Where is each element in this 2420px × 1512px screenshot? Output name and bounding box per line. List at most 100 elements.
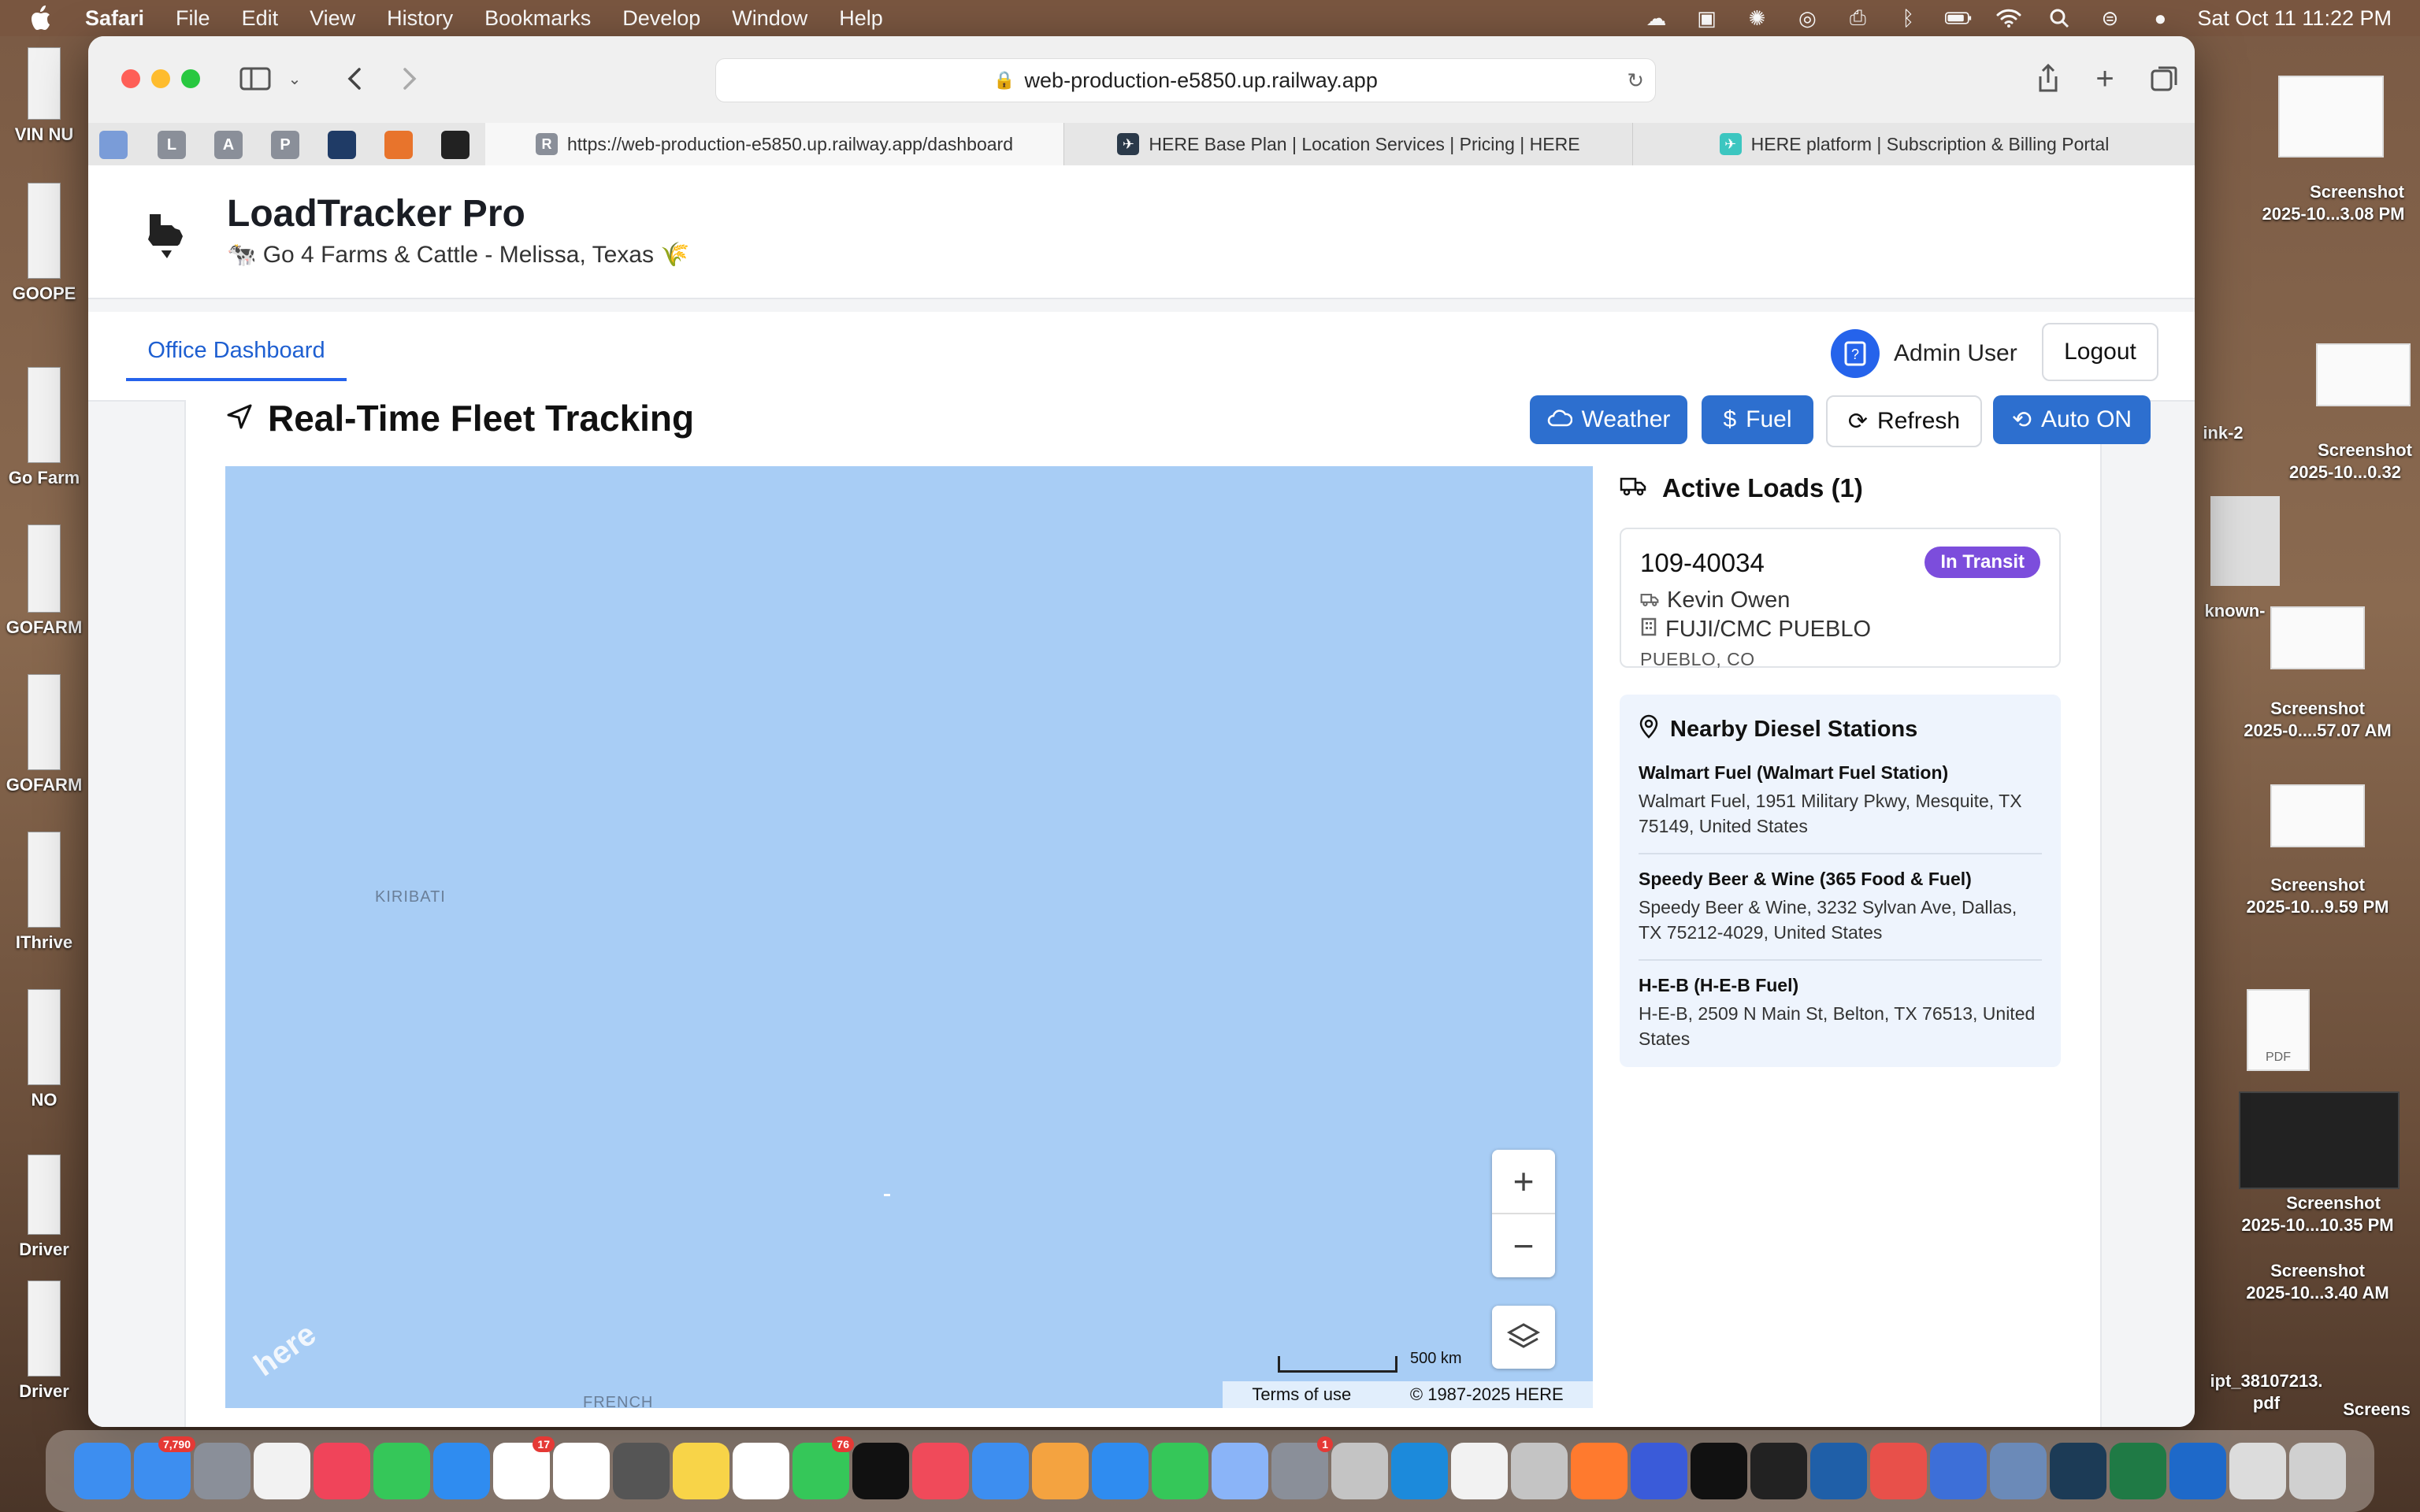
desktop-file-label[interactable]: known- — [2192, 600, 2278, 622]
desktop-thumbnail[interactable] — [2210, 496, 2280, 586]
dock-numbers-icon[interactable] — [1152, 1443, 1208, 1499]
desktop-file[interactable]: GOOPE — [0, 183, 88, 304]
dock-preview-icon[interactable] — [1212, 1443, 1268, 1499]
desktop-file[interactable]: Go Farm — [0, 367, 88, 488]
siri-icon[interactable]: ● — [2147, 6, 2173, 30]
desktop-file-label[interactable]: Screenshot — [2294, 181, 2420, 203]
dock-mail-icon[interactable]: 7,790 — [134, 1436, 195, 1499]
forward-icon[interactable] — [392, 61, 427, 96]
dock-launchpad-icon[interactable] — [194, 1443, 251, 1499]
dock-firefox-icon[interactable] — [1571, 1443, 1628, 1499]
desktop-file[interactable]: VIN NU — [0, 47, 88, 145]
pinned-tab-icon[interactable] — [99, 131, 128, 159]
zoom-out-button[interactable]: − — [1492, 1214, 1555, 1277]
apple-icon[interactable] — [28, 4, 57, 32]
dock-cloud-icon[interactable] — [1870, 1443, 1927, 1499]
menu-clock[interactable]: Sat Oct 11 11:22 PM — [2197, 6, 2392, 31]
reload-icon[interactable]: ↻ — [1627, 69, 1644, 93]
dock-messages-icon[interactable]: 76 — [792, 1436, 854, 1499]
wifi-icon[interactable] — [1995, 6, 2022, 30]
dock-downloads-icon[interactable] — [2229, 1443, 2286, 1499]
terms-of-use-link[interactable]: Terms of use — [1252, 1384, 1351, 1405]
dock-freeform-icon[interactable] — [733, 1443, 789, 1499]
pdf-file-icon[interactable]: PDF — [2247, 989, 2310, 1071]
logout-button[interactable]: Logout — [2042, 323, 2158, 381]
desktop-file-label[interactable]: 2025-10...9.59 PM — [2231, 896, 2404, 918]
dock-excel-icon[interactable] — [2110, 1443, 2166, 1499]
new-tab-icon[interactable]: + — [2088, 61, 2122, 96]
desktop-file-label[interactable]: ink-2 — [2192, 422, 2255, 444]
dock-notes-icon[interactable] — [673, 1443, 729, 1499]
desktop-file-label[interactable]: Screenshot — [2310, 439, 2420, 461]
weather-button[interactable]: Weather — [1530, 395, 1687, 444]
pinned-tab-icon[interactable]: L — [158, 131, 186, 159]
dock-trash-icon[interactable] — [2289, 1443, 2346, 1499]
share-icon[interactable] — [2031, 61, 2066, 96]
tab-dashboard[interactable]: R https://web-production-e5850.up.railwa… — [485, 123, 1063, 165]
contacts-icon[interactable]: ▣ — [1693, 6, 1720, 30]
refresh-button[interactable]: ⟳ Refresh — [1826, 395, 1982, 447]
zoom-in-button[interactable]: + — [1492, 1150, 1555, 1214]
desktop-file-label[interactable]: 2025-10...0.32 — [2270, 461, 2420, 484]
back-icon[interactable] — [337, 61, 372, 96]
desktop-thumbnail[interactable] — [2278, 76, 2384, 158]
sidebar-icon[interactable] — [238, 61, 273, 96]
menu-edit[interactable]: Edit — [242, 6, 279, 31]
desktop-file-label[interactable]: Screenshot — [2255, 874, 2381, 896]
desktop-file-label[interactable]: Screenshot — [2270, 1192, 2396, 1214]
desktop-thumbnail[interactable] — [2270, 606, 2365, 669]
desktop-file-label[interactable]: Screenshot — [2231, 1260, 2404, 1282]
address-bar[interactable]: 🔒 web-production-e5850.up.railway.app ↻ — [715, 58, 1656, 102]
desktop-file[interactable]: NO — [0, 989, 88, 1110]
desktop-file-label[interactable]: 2025-10...3.40 AM — [2231, 1282, 2404, 1304]
dock-calculator-icon[interactable] — [613, 1443, 670, 1499]
dock-tv-icon[interactable] — [852, 1443, 909, 1499]
bluetooth-icon[interactable]: ᛒ — [1895, 6, 1921, 30]
desktop-file-label[interactable]: ipt_38107213. — [2192, 1370, 2341, 1392]
maximize-window-button[interactable] — [181, 69, 200, 88]
desktop-file[interactable]: GOFARM — [0, 524, 88, 638]
desktop-file-label[interactable]: 2025-10...3.08 PM — [2247, 203, 2420, 225]
desktop-file-label[interactable]: Screenshot — [2255, 698, 2381, 720]
desktop-file-label[interactable]: 2025-10...10.35 PM — [2231, 1214, 2404, 1236]
desktop-file[interactable]: GOFARM — [0, 674, 88, 795]
menu-history[interactable]: History — [387, 6, 453, 31]
station-item[interactable]: Speedy Beer & Wine (365 Food & Fuel) Spe… — [1639, 869, 2042, 961]
tab-here-billing[interactable]: ✈ HERE platform | Subscription & Billing… — [1632, 123, 2195, 165]
desktop-file-label[interactable]: 2025-0....57.07 AM — [2231, 720, 2404, 742]
dock-github-icon[interactable] — [1750, 1443, 1807, 1499]
dock-calendar-icon[interactable] — [553, 1443, 610, 1499]
minimize-window-button[interactable] — [151, 69, 170, 88]
dock-news-icon[interactable] — [912, 1443, 969, 1499]
station-item[interactable]: H-E-B (H-E-B Fuel) H-E-B, 2509 N Main St… — [1639, 975, 2042, 1051]
dock-perplexity-icon[interactable] — [2050, 1443, 2106, 1499]
dock-printer-icon[interactable] — [1930, 1443, 1987, 1499]
pinned-tab-icon[interactable] — [384, 131, 413, 159]
menu-file[interactable]: File — [176, 6, 210, 31]
close-window-button[interactable] — [121, 69, 140, 88]
control-center-icon[interactable]: ⊜ — [2096, 6, 2123, 30]
chevron-down-icon[interactable]: ⌄ — [277, 61, 312, 96]
dock-outlook-icon[interactable] — [2169, 1443, 2226, 1499]
dock-system-info-icon[interactable] — [1990, 1443, 2047, 1499]
search-icon[interactable] — [2046, 6, 2073, 30]
user-avatar-icon[interactable]: ? — [1831, 329, 1880, 378]
tab-overview-icon[interactable] — [2147, 61, 2182, 96]
menu-window[interactable]: Window — [732, 6, 807, 31]
tab-office-dashboard[interactable]: Office Dashboard — [126, 323, 347, 381]
fleet-map[interactable]: KIRIBATI FRENCH here + − 500 km Terms of… — [225, 466, 1593, 1408]
dock-chrome-icon[interactable] — [1451, 1443, 1508, 1499]
desktop-file[interactable]: Driver — [0, 1280, 88, 1402]
dock-unknown-2-icon[interactable] — [1511, 1443, 1568, 1499]
pinned-tab-icon[interactable]: P — [271, 131, 299, 159]
desktop-thumbnail[interactable] — [2270, 784, 2365, 847]
menu-view[interactable]: View — [310, 6, 355, 31]
menu-develop[interactable]: Develop — [622, 6, 700, 31]
tab-here-pricing[interactable]: ✈ HERE Base Plan | Location Services | P… — [1063, 123, 1633, 165]
dock-chatgpt-icon[interactable] — [1691, 1443, 1747, 1499]
pinned-tab-icon[interactable] — [328, 131, 356, 159]
dock-safari-icon[interactable] — [433, 1443, 490, 1499]
dock-facetime-icon[interactable] — [373, 1443, 430, 1499]
map-layers-button[interactable] — [1492, 1306, 1555, 1369]
dock-unknown-1-icon[interactable] — [1331, 1443, 1388, 1499]
